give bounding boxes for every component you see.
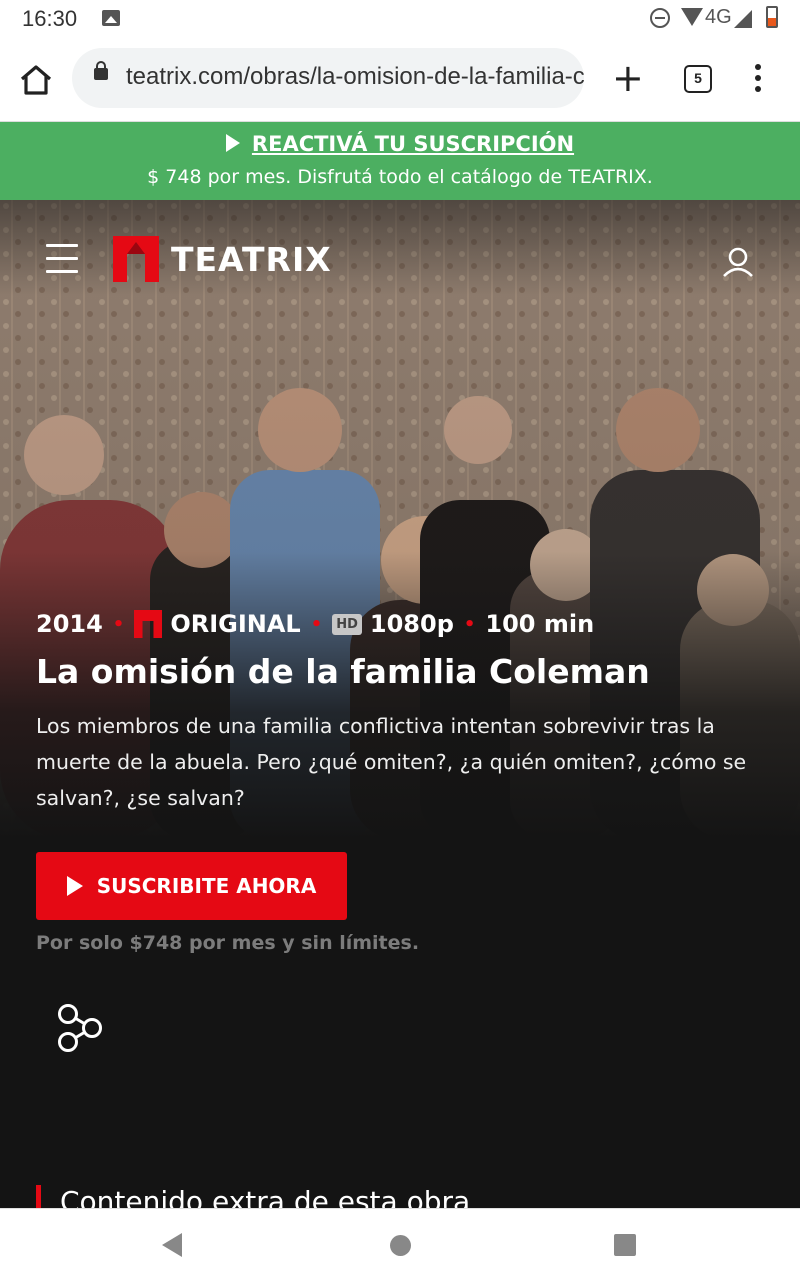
teatrix-logo-icon[interactable] (113, 236, 159, 282)
tab-switcher-button[interactable]: 5 (684, 65, 712, 93)
user-icon[interactable] (720, 244, 756, 280)
original-badge: ORIGINAL (170, 610, 301, 638)
status-time: 16:30 (22, 6, 78, 31)
show-description: Los miembros de una familia conflictiva … (36, 714, 747, 810)
promo-subtitle: $ 748 por mes. Disfrutá todo el catálogo… (147, 166, 653, 188)
home-icon[interactable] (18, 62, 54, 98)
do-not-disturb-icon (650, 8, 670, 28)
lock-icon (94, 61, 108, 80)
network-type: 4G (705, 6, 732, 28)
new-tab-button[interactable]: + (612, 58, 644, 98)
signal-icon (734, 10, 752, 28)
show-year: 2014 (36, 610, 103, 638)
share-icon[interactable] (56, 1002, 104, 1054)
show-metadata: 2014 • ORIGINAL • HD 1080p • 100 min (36, 606, 594, 642)
subscribe-label: SUSCRIBITE AHORA (96, 874, 317, 898)
play-icon (66, 876, 83, 896)
address-bar[interactable]: teatrix.com/obras/la-omision-de-la-famil… (72, 48, 584, 108)
show-title: La omisión de la familia Coleman (36, 652, 650, 691)
wifi-icon (681, 8, 703, 26)
separator-dot: • (310, 613, 323, 635)
play-icon (225, 134, 240, 152)
show-hero: TEATRIX 2014 • ORIGINAL • HD 1080p • 100… (0, 200, 800, 1208)
reactivate-subscription-link[interactable]: REACTIVÁ TU SUSCRIPCIÓN (0, 132, 800, 156)
reactivate-label: REACTIVÁ TU SUSCRIPCIÓN (251, 132, 575, 156)
teatrix-logo-text[interactable]: TEATRIX (171, 240, 332, 279)
quality-label: 1080p (369, 610, 454, 638)
battery-icon (766, 6, 778, 28)
separator-dot: • (112, 613, 125, 635)
browser-menu-icon[interactable] (752, 64, 764, 94)
back-icon[interactable] (162, 1233, 182, 1257)
original-logo-icon (134, 610, 163, 638)
hamburger-icon[interactable] (46, 244, 78, 276)
url-text: teatrix.com/obras/la-omision-de-la-famil… (126, 63, 584, 90)
status-bar: 16:30 4G (0, 0, 800, 36)
home-nav-icon[interactable] (390, 1235, 411, 1256)
image-notification-icon (102, 10, 120, 26)
separator-dot: • (463, 613, 476, 635)
price-note: Por solo $748 por mes y sin límites. (36, 932, 420, 954)
duration-label: 100 min (485, 610, 595, 638)
subscribe-button[interactable]: SUSCRIBITE AHORA (36, 852, 347, 920)
hd-badge-icon: HD (332, 613, 362, 635)
extra-content-heading: Contenido extra de esta obra (36, 1185, 470, 1208)
reactivate-banner: REACTIVÁ TU SUSCRIPCIÓN $ 748 por mes. D… (0, 122, 800, 200)
recent-apps-icon[interactable] (614, 1234, 636, 1256)
browser-toolbar: teatrix.com/obras/la-omision-de-la-famil… (0, 36, 800, 122)
system-nav-bar (0, 1208, 800, 1280)
